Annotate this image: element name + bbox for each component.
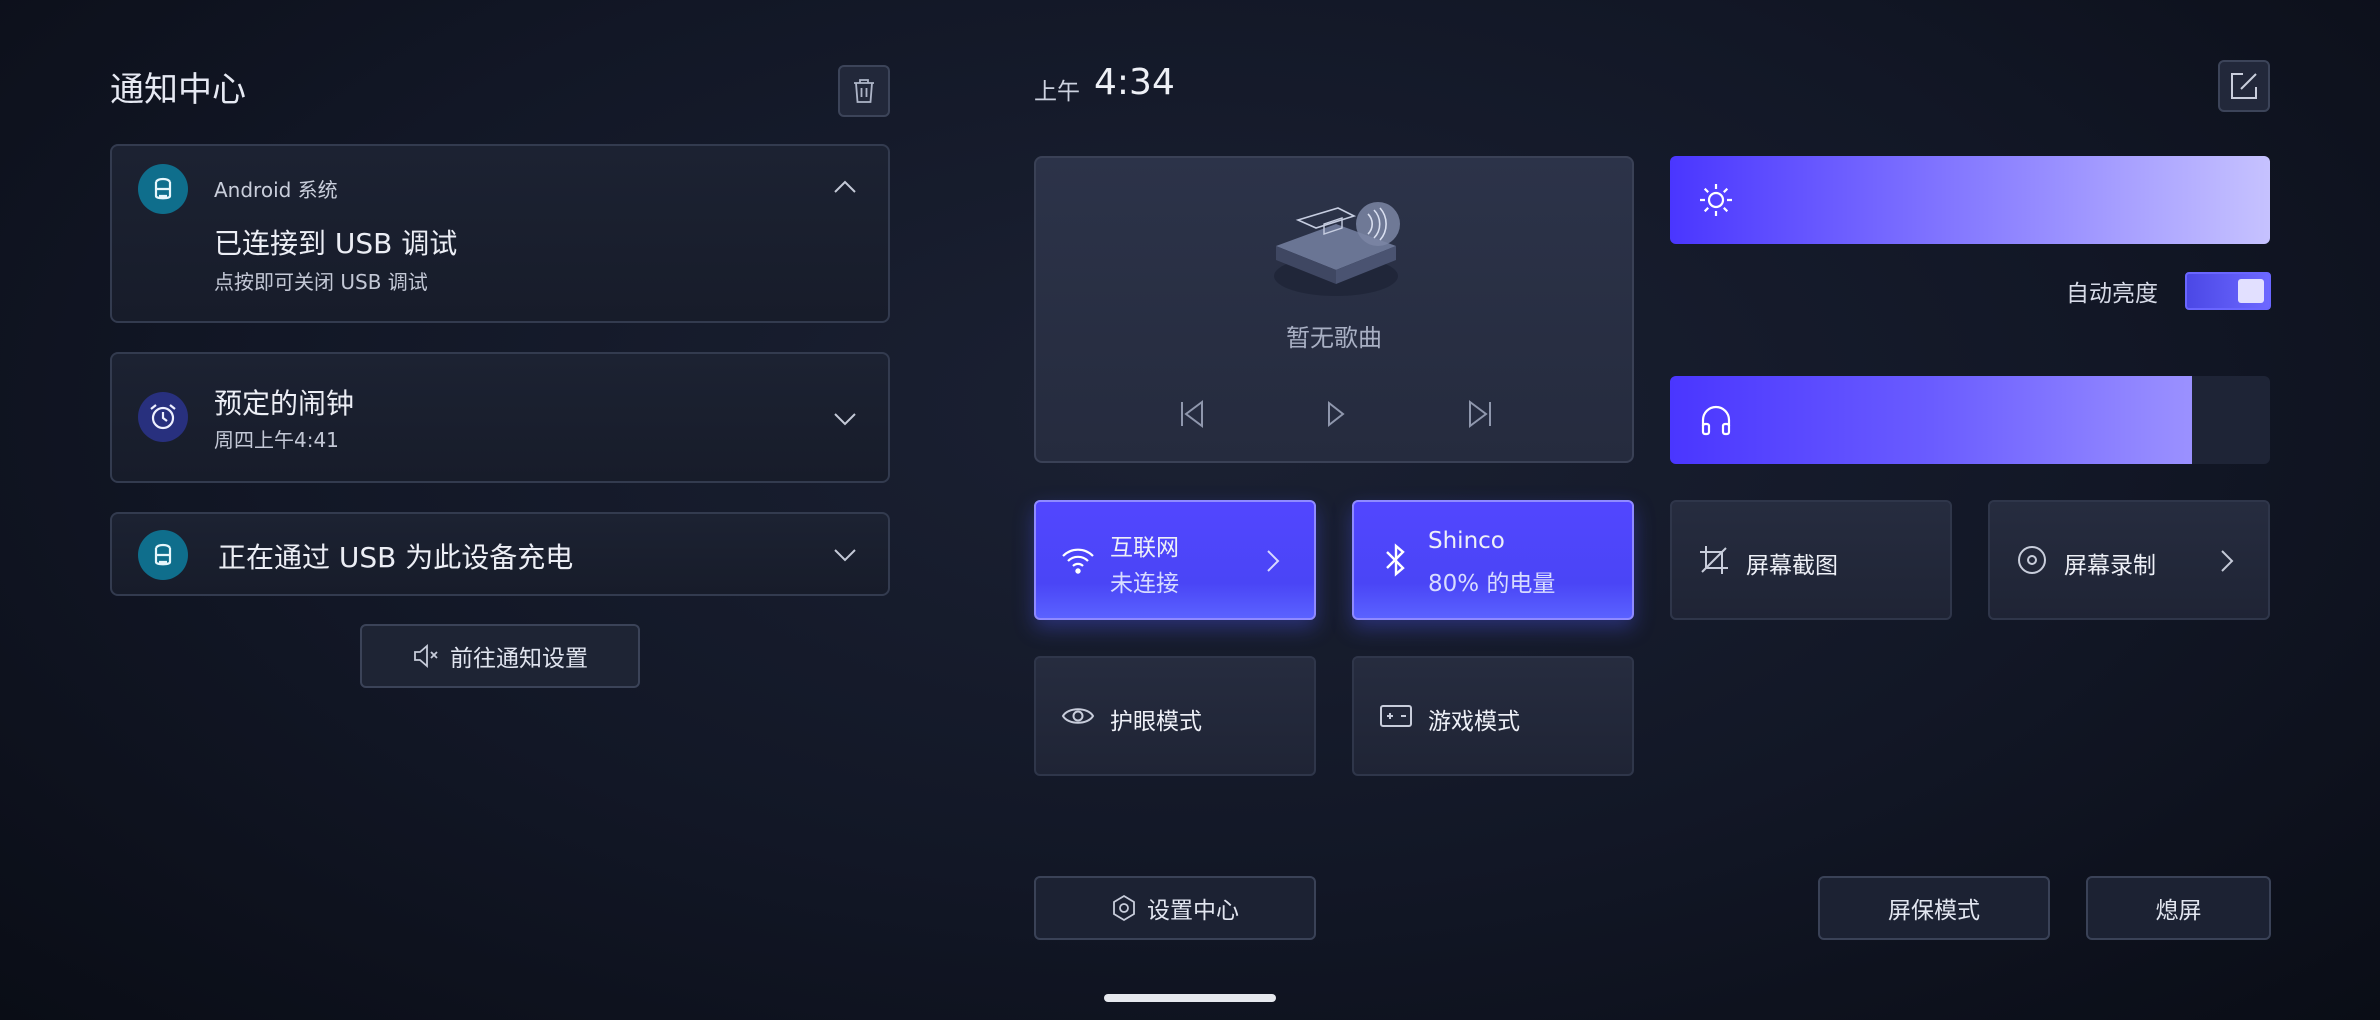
screenshot-tile[interactable]: 屏幕截图 [1670,500,1952,620]
screen-record-label: 屏幕录制 [2064,553,2156,579]
crop-icon [1696,542,1732,578]
home-indicator[interactable] [1104,994,1276,1002]
notification-title: 已连接到 USB 调试 [214,227,458,260]
screen-record-options-button[interactable] [2212,546,2242,576]
eye-icon [1060,698,1096,734]
toggle-knob [2238,279,2264,303]
bluetooth-tile[interactable]: Shinco 80% 的电量 [1352,500,1634,620]
notification-title: 预定的闹钟 [214,387,355,420]
bluetooth-icon [1378,542,1414,578]
game-mode-tile[interactable]: 游戏模式 [1352,656,1634,776]
song-title: 暂无歌曲 [1286,324,1382,352]
notification-settings-button[interactable]: 前往通知设置 [360,624,640,688]
chevron-right-icon [1267,550,1280,572]
notification-alarm[interactable]: 预定的闹钟 周四上午4:41 [110,352,890,483]
album-art-icon [1274,202,1400,296]
settings-center-button[interactable]: 设置中心 [1034,876,1316,940]
headphones-icon [1696,400,1736,440]
eye-care-label: 护眼模式 [1110,709,1202,735]
internet-details-button[interactable] [1258,546,1288,576]
collapse-button[interactable] [830,172,860,202]
wifi-icon [1060,542,1096,578]
clear-notifications-button[interactable] [838,65,890,117]
mute-speaker-icon [414,644,438,668]
screen-record-tile[interactable]: 屏幕录制 [1988,500,2270,620]
bluetooth-battery: 80% 的电量 [1428,571,1556,597]
android-icon [138,164,188,214]
android-icon [138,530,188,580]
chevron-down-icon [834,413,856,426]
brightness-fill [1670,156,2270,244]
expand-button[interactable] [830,404,860,434]
skip-back-icon [1181,400,1203,428]
previous-track-button[interactable] [1172,394,1212,434]
chevron-up-icon [834,180,856,193]
settings-center-label: 设置中心 [1147,898,1239,924]
skip-forward-icon [1469,400,1491,428]
music-player-card[interactable]: 暂无歌曲 [1034,156,1634,463]
alarm-clock-icon [138,392,188,442]
internet-tile[interactable]: 互联网 未连接 [1034,500,1316,620]
clock-time: 4:34 [1094,62,1175,103]
app-name: Android 系统 [214,178,338,202]
edit-controls-button[interactable] [2218,60,2270,112]
chevron-down-icon [834,549,856,562]
play-button[interactable] [1316,394,1356,434]
record-icon [2014,542,2050,578]
game-mode-label: 游戏模式 [1428,709,1520,735]
expand-button[interactable] [830,540,860,570]
auto-brightness-label: 自动亮度 [2066,281,2158,307]
notification-subtitle: 点按即可关闭 USB 调试 [214,270,428,294]
screen-off-button[interactable]: 熄屏 [2086,876,2271,940]
internet-label: 互联网 [1110,535,1179,561]
screensaver-label: 屏保模式 [1888,898,1980,924]
notification-subtitle: 周四上午4:41 [214,428,339,452]
ampm-label: 上午 [1034,79,1080,105]
notification-center-title: 通知中心 [110,70,246,110]
notification-usb-charging[interactable]: 正在通过 USB 为此设备充电 [110,512,890,596]
screen-off-label: 熄屏 [2155,898,2202,924]
volume-slider[interactable] [1670,376,2270,464]
screensaver-button[interactable]: 屏保模式 [1818,876,2050,940]
edit-icon [2231,73,2257,99]
screenshot-label: 屏幕截图 [1746,553,1838,579]
trash-icon [854,79,874,103]
notification-title: 正在通过 USB 为此设备充电 [218,541,574,574]
next-track-button[interactable] [1460,394,1500,434]
play-icon [1328,400,1345,428]
internet-status: 未连接 [1110,571,1179,597]
auto-brightness-toggle[interactable] [2185,272,2271,310]
gamepad-icon [1378,698,1414,734]
eye-care-tile[interactable]: 护眼模式 [1034,656,1316,776]
chevron-right-icon [2221,550,2234,572]
bluetooth-device-name: Shinco [1428,528,1505,554]
brightness-slider[interactable] [1670,156,2270,244]
sun-icon [1696,180,1736,220]
notification-usb-debugging[interactable]: Android 系统 已连接到 USB 调试 点按即可关闭 USB 调试 [110,144,890,323]
notification-settings-label: 前往通知设置 [450,646,588,672]
settings-hexagon-icon [1113,894,1135,922]
volume-fill [1670,376,2192,464]
